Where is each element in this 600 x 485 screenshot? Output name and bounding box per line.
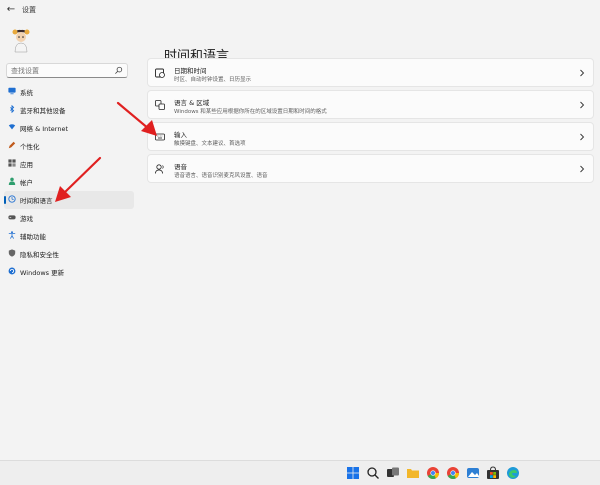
- shield-icon: [8, 249, 16, 257]
- speech-icon: [155, 164, 164, 174]
- card-title: 输入: [174, 131, 187, 139]
- settings-cards: 日期和时间 时区、自动时钟设置、日历显示 语言 & 区域 Windows 和某些…: [147, 58, 594, 186]
- card-speech[interactable]: 语音 语音语言、语音识别麦克风设置、语音: [147, 154, 594, 183]
- chrome-icon[interactable]: [426, 466, 440, 480]
- sidebar-item-label: 蓝牙和其他设备: [20, 107, 66, 115]
- back-arrow-icon[interactable]: ←: [4, 3, 18, 17]
- sidebar-item-personalization[interactable]: 个性化: [4, 137, 134, 155]
- wifi-icon: [8, 124, 16, 130]
- person-icon: [8, 177, 16, 185]
- photos-icon[interactable]: [466, 466, 480, 480]
- search-icon[interactable]: [114, 66, 123, 75]
- card-date-time[interactable]: 日期和时间 时区、自动时钟设置、日历显示: [147, 58, 594, 87]
- selection-indicator: [4, 196, 6, 204]
- sidebar-item-label: 系统: [20, 89, 33, 97]
- card-subtitle: 触摸键盘、文本建议、首选项: [174, 141, 246, 147]
- taskbar: [0, 460, 600, 485]
- window-title: 设置: [22, 6, 36, 14]
- accessibility-icon: [8, 231, 16, 239]
- monitor-icon: [8, 87, 16, 95]
- bluetooth-icon: [10, 105, 15, 113]
- sidebar-item-time-language[interactable]: 时间和语言: [4, 191, 134, 209]
- sidebar-item-accounts[interactable]: 帐户: [4, 173, 134, 191]
- sidebar-item-apps[interactable]: 应用: [4, 155, 134, 173]
- sidebar-item-network[interactable]: 网络 & Internet: [4, 119, 134, 137]
- sidebar-item-bluetooth[interactable]: 蓝牙和其他设备: [4, 101, 134, 119]
- update-icon: [8, 267, 16, 275]
- edge-icon[interactable]: [506, 466, 520, 480]
- chevron-right-icon: [580, 133, 585, 141]
- sidebar-nav: 系统 蓝牙和其他设备 网络 & Internet 个性化 应用 帐户 时间和语言…: [4, 83, 134, 281]
- sidebar-item-gaming[interactable]: 游戏: [4, 209, 134, 227]
- sidebar-item-label: 隐私和安全性: [20, 251, 59, 259]
- card-subtitle: 语音语言、语音识别麦克风设置、语音: [174, 173, 268, 179]
- keyboard-icon: [155, 133, 165, 141]
- search-input[interactable]: [11, 65, 111, 76]
- card-title: 语言 & 区域: [174, 99, 210, 107]
- sidebar-item-windows-update[interactable]: Windows 更新: [4, 263, 134, 281]
- search-icon[interactable]: [366, 466, 380, 480]
- card-typing[interactable]: 输入 触摸键盘、文本建议、首选项: [147, 122, 594, 151]
- sidebar-item-label: 辅助功能: [20, 233, 46, 241]
- sidebar-item-label: 个性化: [20, 143, 40, 151]
- sidebar-item-label: 应用: [20, 161, 33, 169]
- card-subtitle: 时区、自动时钟设置、日历显示: [174, 77, 252, 83]
- globe-clock-icon: [8, 195, 16, 203]
- gamepad-icon: [8, 215, 16, 220]
- card-subtitle: Windows 和某些应用根据你所在的区域设置日期和时间的格式: [174, 109, 327, 115]
- file-explorer-icon[interactable]: [406, 466, 420, 480]
- card-title: 日期和时间: [174, 67, 207, 75]
- sidebar-item-label: 帐户: [20, 179, 33, 187]
- sidebar-item-label: 时间和语言: [20, 197, 53, 205]
- pen-icon: [8, 141, 16, 149]
- calendar-clock-icon: [155, 68, 165, 78]
- windows-start-icon[interactable]: [346, 466, 360, 480]
- sidebar-item-privacy[interactable]: 隐私和安全性: [4, 245, 134, 263]
- store-icon[interactable]: [486, 466, 500, 480]
- chrome-icon[interactable]: [446, 466, 460, 480]
- card-title: 语音: [174, 163, 187, 171]
- sidebar-item-system[interactable]: 系统: [4, 83, 134, 101]
- sidebar-item-label: 网络 & Internet: [20, 125, 69, 133]
- apps-icon: [8, 159, 16, 167]
- chevron-right-icon: [580, 165, 585, 173]
- sidebar-item-label: 游戏: [20, 215, 33, 223]
- card-language-region[interactable]: 语言 & 区域 Windows 和某些应用根据你所在的区域设置日期和时间的格式: [147, 90, 594, 119]
- sidebar-item-label: Windows 更新: [20, 269, 65, 277]
- task-view-icon[interactable]: [386, 466, 400, 480]
- chevron-right-icon: [580, 101, 585, 109]
- chevron-right-icon: [580, 69, 585, 77]
- search-box[interactable]: [6, 63, 128, 78]
- language-icon: [155, 100, 165, 110]
- sidebar-item-accessibility[interactable]: 辅助功能: [4, 227, 134, 245]
- title-bar: ← 设置: [0, 0, 600, 20]
- user-avatar[interactable]: [8, 28, 34, 54]
